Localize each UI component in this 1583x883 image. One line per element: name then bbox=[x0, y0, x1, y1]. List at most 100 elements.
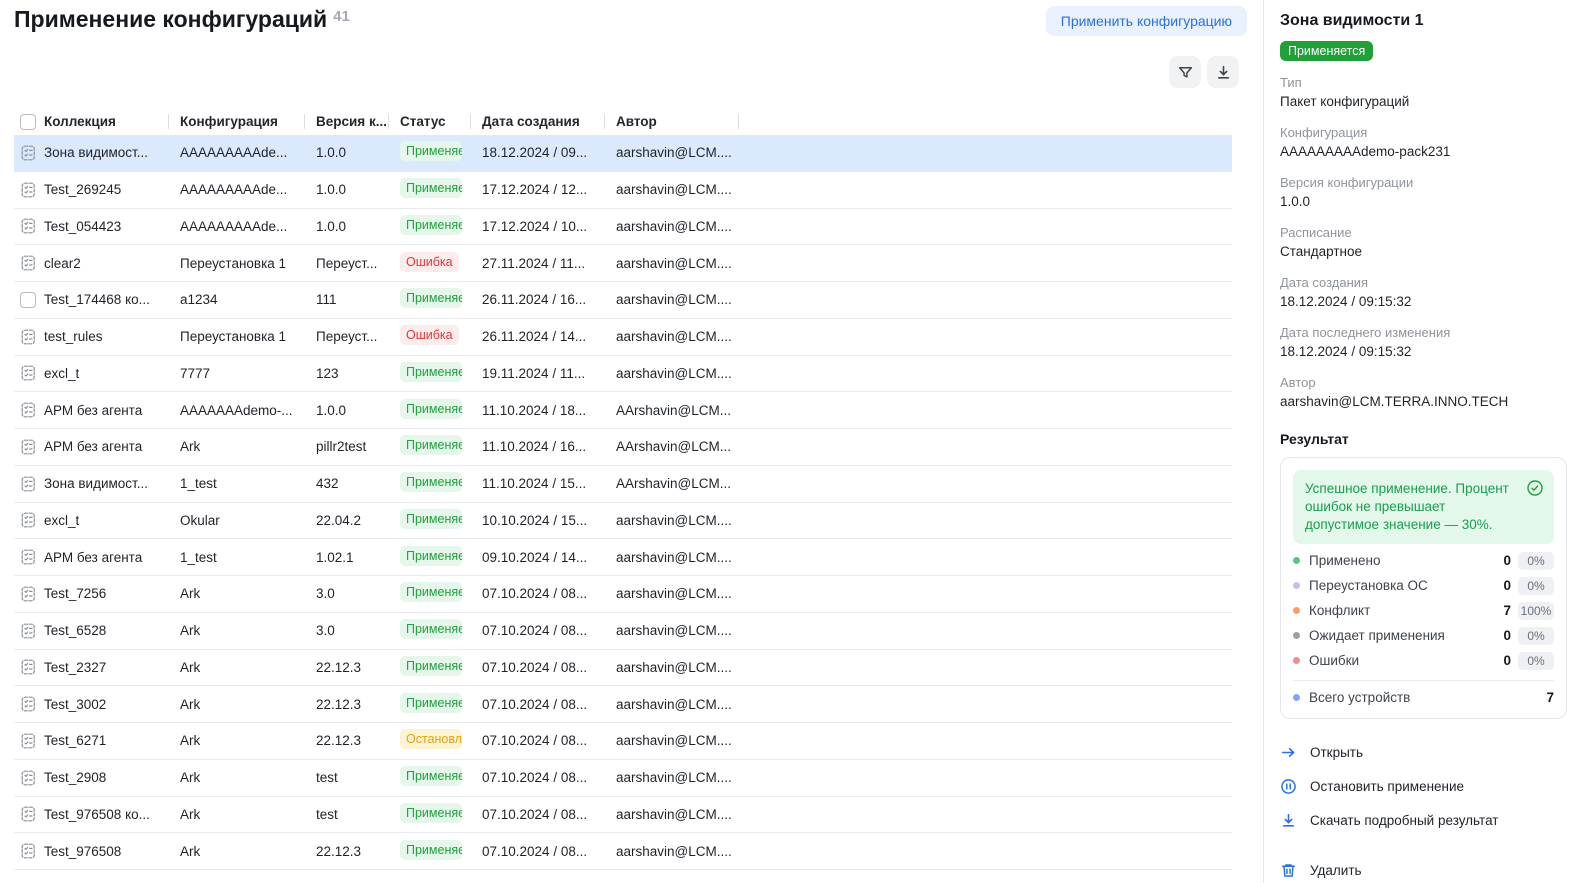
table-row[interactable]: Test_976508 ко... Ark test Применяется 0… bbox=[14, 797, 1232, 834]
collection-icon bbox=[20, 769, 38, 787]
action-arrow-right[interactable]: Открыть bbox=[1280, 741, 1567, 764]
download-icon bbox=[1280, 812, 1297, 829]
stat-dot bbox=[1293, 632, 1300, 639]
cell-version: 1.0.0 bbox=[316, 219, 400, 234]
status-badge: Ошибка bbox=[400, 252, 459, 272]
cell-author: aarshavin@LCM.... bbox=[616, 623, 738, 638]
table-row[interactable]: Test_2327 Ark 22.12.3 Применяется 07.10.… bbox=[14, 650, 1232, 687]
cell-configuration: AAAAAAAAAde... bbox=[180, 182, 316, 197]
table-row[interactable]: Test_269245 AAAAAAAAAde... 1.0.0 Применя… bbox=[14, 172, 1232, 209]
cell-date: 09.10.2024 / 14... bbox=[482, 550, 616, 565]
collection-icon bbox=[20, 217, 38, 235]
filter-button[interactable] bbox=[1169, 56, 1201, 88]
status-badge: Применяется bbox=[400, 582, 462, 602]
table-row[interactable]: Test_6528 Ark 3.0 Применяется 07.10.2024… bbox=[14, 613, 1232, 650]
table-row[interactable]: АРМ без агента 1_test 1.02.1 Применяется… bbox=[14, 539, 1232, 576]
status-badge: Применяется bbox=[400, 178, 462, 198]
table-row[interactable]: test_rules Переустановка 1 Переуст... Ош… bbox=[14, 319, 1232, 356]
details-title: Зона видимости 1 bbox=[1280, 12, 1567, 30]
detail-field: Дата последнего изменения 18.12.2024 / 0… bbox=[1280, 324, 1567, 361]
collection-icon bbox=[20, 548, 38, 566]
records-count: 41 bbox=[333, 8, 350, 25]
cell-author: AArshavin@LCM... bbox=[616, 439, 738, 454]
table-row[interactable]: excl_t Okular 22.04.2 Применяется 10.10.… bbox=[14, 503, 1232, 540]
status-badge: Применяется bbox=[400, 141, 462, 161]
divider bbox=[1293, 680, 1554, 681]
action-delete[interactable]: Удалить bbox=[1280, 859, 1567, 882]
export-button[interactable] bbox=[1207, 56, 1239, 88]
table-body: Зона видимост... AAAAAAAAAde... 1.0.0 Пр… bbox=[14, 135, 1232, 870]
cell-version: 111 bbox=[316, 292, 400, 307]
cell-author: aarshavin@LCM.... bbox=[616, 660, 738, 675]
details-actions: Открыть Остановить применение Скачать по… bbox=[1280, 741, 1567, 832]
table-row[interactable]: АРМ без агента AAAAAAAdemo-... 1.0.0 При… bbox=[14, 392, 1232, 429]
cell-date: 11.10.2024 / 15... bbox=[482, 476, 616, 491]
download-icon bbox=[1215, 64, 1232, 81]
table-row[interactable]: Test_6271 Ark 22.12.3 Остановлено 07.10.… bbox=[14, 723, 1232, 760]
table-row[interactable]: Зона видимост... 1_test 432 Применяется … bbox=[14, 466, 1232, 503]
table-row[interactable]: Test_054423 AAAAAAAAAde... 1.0.0 Применя… bbox=[14, 209, 1232, 246]
collection-icon bbox=[20, 695, 38, 713]
table-row[interactable]: Test_7256 Ark 3.0 Применяется 07.10.2024… bbox=[14, 576, 1232, 613]
cell-version: 1.0.0 bbox=[316, 145, 400, 160]
column-divider bbox=[738, 114, 739, 129]
table-row[interactable]: Test_3002 Ark 22.12.3 Применяется 07.10.… bbox=[14, 686, 1232, 723]
result-stat-row: Переустановка ОС 0 0% bbox=[1293, 578, 1554, 594]
cell-version: pillr2test bbox=[316, 439, 400, 454]
action-pause-circle[interactable]: Остановить применение bbox=[1280, 775, 1567, 798]
table-row[interactable]: Test_2908 Ark test Применяется 07.10.202… bbox=[14, 760, 1232, 797]
table-row[interactable]: excl_t 7777 123 Применяется 19.11.2024 /… bbox=[14, 356, 1232, 393]
collection-icon bbox=[20, 622, 38, 640]
funnel-icon bbox=[1177, 64, 1194, 81]
cell-version: Переуст... bbox=[316, 256, 400, 271]
select-all-checkbox[interactable] bbox=[20, 114, 36, 130]
table-row[interactable]: Test_174468 ко... a1234 111 Применяется … bbox=[14, 282, 1232, 319]
stat-dot bbox=[1293, 582, 1300, 589]
cell-date: 27.11.2024 / 11... bbox=[482, 256, 616, 271]
status-badge: Применяется bbox=[400, 546, 462, 566]
cell-version: 22.12.3 bbox=[316, 733, 400, 748]
table-header: Коллекция Конфигурация Версия к... Стату… bbox=[14, 108, 1232, 135]
table-row[interactable]: Зона видимост... AAAAAAAAAde... 1.0.0 Пр… bbox=[14, 135, 1232, 172]
cell-version: 1.0.0 bbox=[316, 403, 400, 418]
detail-field: Расписание Стандартное bbox=[1280, 224, 1567, 261]
status-badge: Применяется bbox=[400, 399, 462, 419]
cell-version: 3.0 bbox=[316, 623, 400, 638]
status-badge: Применяется bbox=[400, 362, 462, 382]
table-row[interactable]: clear2 Переустановка 1 Переуст... Ошибка… bbox=[14, 245, 1232, 282]
cell-collection: Test_6528 bbox=[44, 623, 180, 638]
page-title: Применение конфигураций41 bbox=[14, 6, 350, 33]
cell-version: 22.12.3 bbox=[316, 697, 400, 712]
action-download[interactable]: Скачать подробный результат bbox=[1280, 809, 1567, 832]
cell-author: aarshavin@LCM.... bbox=[616, 219, 738, 234]
configurations-table: Коллекция Конфигурация Версия к... Стату… bbox=[14, 108, 1232, 870]
status-badge: Ошибка bbox=[400, 325, 459, 345]
table-row[interactable]: АРМ без агента Ark pillr2test Применяетс… bbox=[14, 429, 1232, 466]
cell-author: aarshavin@LCM.... bbox=[616, 770, 738, 785]
column-divider bbox=[388, 114, 389, 129]
row-checkbox[interactable] bbox=[20, 292, 36, 308]
trash-icon bbox=[1280, 862, 1297, 879]
details-panel: Зона видимости 1 Применяется Тип Пакет к… bbox=[1263, 0, 1583, 883]
cell-configuration: Ark bbox=[180, 439, 316, 454]
collection-icon bbox=[20, 328, 38, 346]
table-row[interactable]: Test_976508 Ark 22.12.3 Применяется 07.1… bbox=[14, 833, 1232, 870]
cell-date: 07.10.2024 / 08... bbox=[482, 844, 616, 859]
collection-icon bbox=[20, 144, 38, 162]
collection-icon bbox=[20, 254, 38, 272]
column-divider bbox=[604, 114, 605, 129]
cell-date: 07.10.2024 / 08... bbox=[482, 807, 616, 822]
cell-configuration: Ark bbox=[180, 807, 316, 822]
cell-collection: excl_t bbox=[44, 513, 180, 528]
cell-collection: Test_3002 bbox=[44, 697, 180, 712]
cell-collection: Зона видимост... bbox=[44, 476, 180, 491]
stat-dot bbox=[1293, 557, 1300, 564]
apply-configuration-button[interactable]: Применить конфигурацию bbox=[1046, 6, 1247, 36]
result-stat-row: Применено 0 0% bbox=[1293, 553, 1554, 569]
result-stats: Применено 0 0% Переустановка ОС 0 0% Кон… bbox=[1293, 553, 1554, 669]
cell-date: 07.10.2024 / 08... bbox=[482, 733, 616, 748]
status-badge: Применяется bbox=[400, 766, 462, 786]
collection-icon bbox=[20, 364, 38, 382]
cell-version: 1.0.0 bbox=[316, 182, 400, 197]
cell-configuration: Okular bbox=[180, 513, 316, 528]
